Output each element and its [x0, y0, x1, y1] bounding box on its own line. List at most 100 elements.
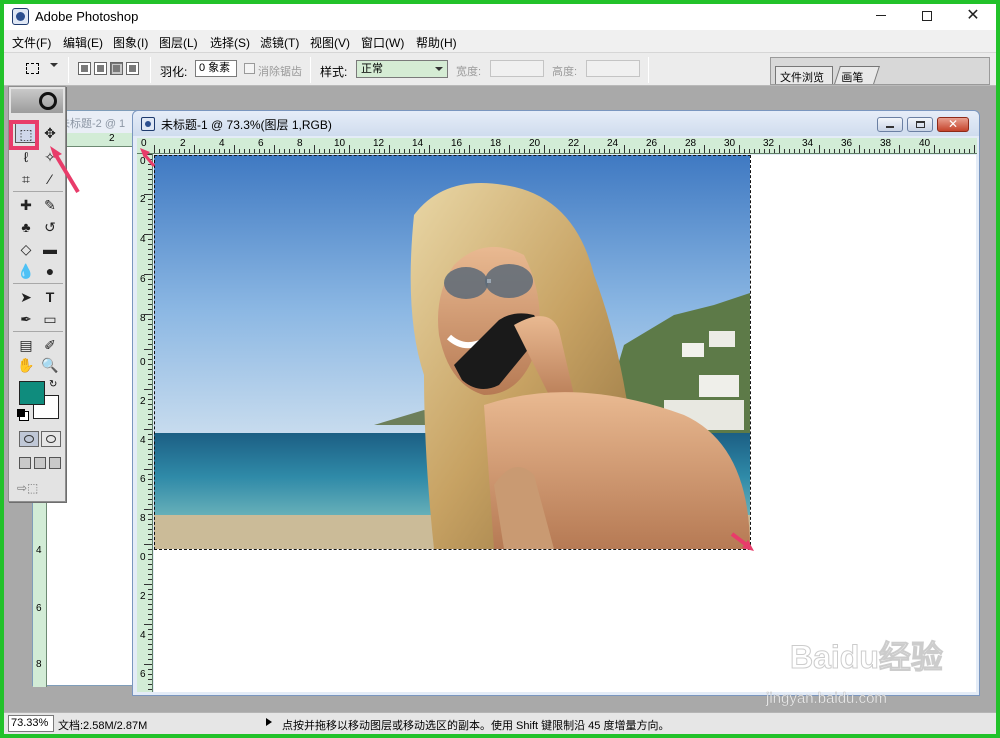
antialias-checkbox[interactable] — [244, 63, 255, 74]
screen-mode-standard[interactable] — [19, 457, 31, 469]
intersect-selection-mode[interactable] — [126, 62, 139, 75]
ruler-tick — [144, 314, 152, 315]
screen-mode-full[interactable] — [49, 457, 61, 469]
ruler-tick — [148, 454, 152, 455]
ruler-label: 0 — [140, 156, 146, 167]
style-select[interactable]: 正常 — [356, 60, 448, 78]
play-icon[interactable] — [266, 718, 272, 726]
rect-marquee-tool[interactable]: ⬚ — [15, 123, 37, 143]
screen-mode-full-menu[interactable] — [34, 457, 46, 469]
new-selection-mode[interactable] — [78, 62, 91, 75]
width-label: 宽度: — [456, 66, 482, 78]
document-maximize-button[interactable] — [907, 117, 933, 132]
chevron-down-icon[interactable] — [50, 63, 58, 67]
ruler-tick — [719, 149, 720, 153]
foreground-color-swatch[interactable] — [19, 381, 45, 405]
ruler-tick — [269, 149, 270, 153]
move-tool[interactable]: ✥ — [39, 123, 61, 143]
menu-view[interactable]: 视图(V) — [310, 34, 350, 51]
add-selection-mode[interactable] — [94, 62, 107, 75]
ruler-label: 0 — [140, 357, 146, 368]
ruler-tick — [489, 149, 490, 153]
path-select-tool[interactable]: ➤ — [15, 287, 37, 307]
default-colors-icon[interactable] — [17, 409, 25, 417]
menu-edit[interactable]: 编辑(E) — [63, 34, 103, 51]
ruler-tick — [784, 149, 785, 153]
ruler-tick — [148, 569, 152, 570]
feather-input[interactable]: 0 象素 — [195, 60, 237, 77]
maximize-icon — [916, 121, 925, 128]
gradient-tool[interactable]: ▬ — [39, 239, 61, 259]
menu-window[interactable]: 窗口(W) — [361, 34, 404, 51]
blur-tool[interactable]: 💧 — [15, 261, 37, 281]
document-close-button[interactable]: ✕ — [937, 117, 969, 132]
type-tool[interactable]: T — [39, 287, 61, 307]
ruler-tick — [148, 159, 152, 160]
hand-tool[interactable]: ✋ — [15, 355, 37, 375]
tab-file-browser[interactable]: 文件浏览 — [775, 66, 833, 84]
history-brush-tool[interactable]: ↺ — [39, 217, 61, 237]
ruler-tick — [514, 149, 515, 153]
tool-preset-picker[interactable] — [22, 59, 44, 79]
ruler-label: 4 — [140, 630, 146, 641]
ruler-label: 32 — [763, 138, 775, 149]
ruler-tick — [244, 149, 245, 153]
menu-filter[interactable]: 滤镜(T) — [260, 34, 299, 51]
eyedropper-tool[interactable]: ✐ — [39, 335, 61, 355]
menu-image[interactable]: 图象(I) — [113, 34, 148, 51]
document-window[interactable]: 未标题-1 @ 73.3%(图层 1,RGB) ✕ 0 2 4 6 8 10 1… — [132, 110, 980, 696]
notes-tool[interactable]: ▤ — [15, 335, 37, 355]
photoshop-app-icon[interactable] — [12, 8, 29, 25]
ruler-label: 36 — [841, 138, 853, 149]
ruler-tick — [148, 419, 152, 420]
standard-mode-button[interactable] — [19, 431, 39, 447]
rect-marquee-icon — [26, 63, 39, 74]
width-input[interactable] — [490, 60, 544, 77]
ruler-label: 8 — [36, 659, 42, 670]
workspace[interactable]: 未标题-2 @ 1 2 4 6 8 未标题-1 @ 73.3%(图层 1,RGB… — [4, 86, 996, 712]
ruler-tick — [144, 664, 152, 665]
menu-select[interactable]: 选择(S) — [210, 34, 250, 51]
jump-to-imageready-button[interactable]: ⇨⬚ — [17, 481, 57, 497]
clone-stamp-tool[interactable]: ♣ — [15, 217, 37, 237]
canvas[interactable] — [154, 155, 976, 692]
toolbox-logo[interactable] — [11, 89, 63, 113]
document-title-bar[interactable]: 未标题-1 @ 73.3%(图层 1,RGB) ✕ — [133, 111, 979, 136]
lasso-tool[interactable]: ℓ — [15, 147, 37, 167]
subtract-selection-mode[interactable] — [110, 62, 123, 75]
selection-marquee[interactable] — [154, 155, 751, 550]
ruler-label: 2 — [140, 194, 146, 205]
ruler-tick — [554, 149, 555, 153]
swap-colors-icon[interactable]: ↻ — [49, 379, 57, 390]
tab-brushes[interactable]: 画笔 — [834, 66, 880, 84]
ruler-top[interactable]: 0 2 4 6 8 10 12 14 16 18 20 22 24 26 28 … — [137, 138, 977, 154]
ruler-left[interactable]: 0 2 4 6 8 0 2 4 6 8 0 2 4 6 — [137, 154, 153, 692]
slice-tool[interactable]: ⁄ — [39, 169, 61, 189]
zoom-field[interactable]: 73.33% — [8, 715, 54, 732]
document-minimize-button[interactable] — [877, 117, 903, 132]
healing-brush-tool[interactable]: ✚ — [15, 195, 37, 215]
magic-wand-tool[interactable]: ✧ — [39, 147, 61, 167]
menu-layer[interactable]: 图层(L) — [159, 34, 198, 51]
menu-file[interactable]: 文件(F) — [12, 34, 51, 51]
ruler-tick — [234, 145, 235, 153]
minimize-button[interactable] — [858, 4, 904, 30]
ruler-tick — [809, 149, 810, 153]
maximize-button[interactable] — [904, 4, 950, 30]
pen-tool[interactable]: ✒ — [15, 309, 37, 329]
ruler-tick — [148, 679, 152, 680]
menu-help[interactable]: 帮助(H) — [416, 34, 457, 51]
dodge-tool[interactable]: ● — [39, 261, 61, 281]
ruler-tick — [639, 149, 640, 153]
quick-mask-button[interactable] — [41, 431, 61, 447]
doc-info[interactable]: 文档:2.58M/2.87M — [58, 717, 147, 733]
brush-tool[interactable]: ✎ — [39, 195, 61, 215]
shape-tool[interactable]: ▭ — [39, 309, 61, 329]
eraser-tool[interactable]: ◇ — [15, 239, 37, 259]
ruler-tick — [219, 149, 220, 153]
close-button[interactable]: ✕ — [950, 4, 996, 30]
ruler-tick — [179, 149, 180, 153]
crop-tool[interactable]: ⌗ — [15, 169, 37, 189]
height-input[interactable] — [586, 60, 640, 77]
zoom-tool[interactable]: 🔍 — [39, 355, 61, 375]
